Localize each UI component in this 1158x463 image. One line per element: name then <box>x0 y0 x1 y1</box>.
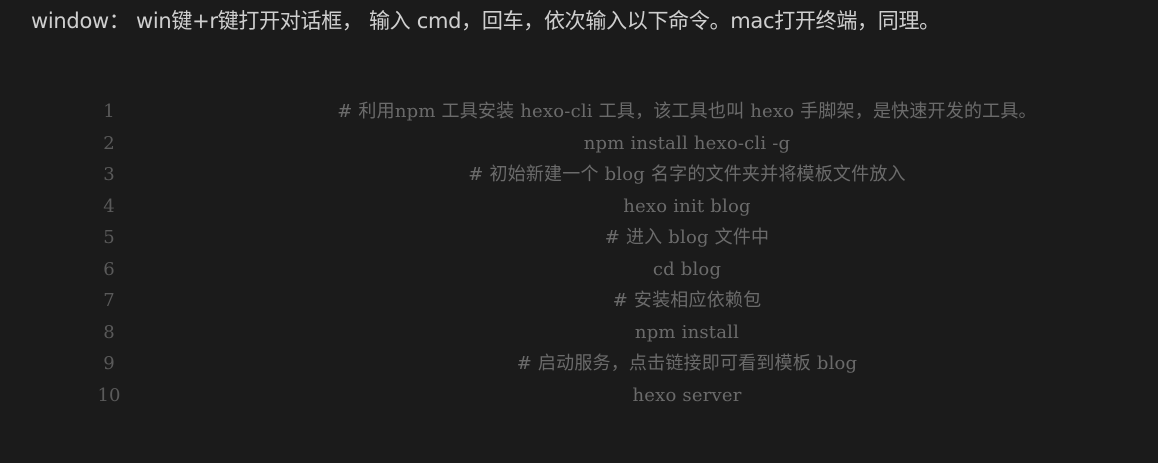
code-text: # 安装相应依赖包 <box>612 290 762 311</box>
code-line: 9 # 启动服务，点击链接即可看到模板 blog <box>0 348 1158 379</box>
code-text: cd blog <box>652 259 722 280</box>
line-number: 2 <box>103 133 115 154</box>
code-line: 10 hexo server <box>0 380 1158 411</box>
code-text: # 初始新建一个 blog 名字的文件夹并将模板文件放入 <box>468 164 906 185</box>
code-text: # 启动服务，点击链接即可看到模板 blog <box>516 353 858 374</box>
line-number: 9 <box>103 353 115 374</box>
line-number: 3 <box>103 164 115 185</box>
line-number: 7 <box>103 290 115 311</box>
code-line: 2 npm install hexo-cli -g <box>0 128 1158 159</box>
code-line: 8 npm install <box>0 317 1158 348</box>
line-number: 8 <box>103 322 115 343</box>
code-text: hexo server <box>632 385 742 406</box>
code-line: 4 hexo init blog <box>0 191 1158 222</box>
code-line: 1 # 利用npm 工具安装 hexo-cli 工具，该工具也叫 hexo 手脚… <box>0 96 1158 127</box>
code-block: 1 # 利用npm 工具安装 hexo-cli 工具，该工具也叫 hexo 手脚… <box>0 96 1158 416</box>
code-line: 7 # 安装相应依赖包 <box>0 285 1158 316</box>
line-number: 6 <box>103 259 115 280</box>
line-number: 10 <box>97 385 121 406</box>
code-line: 3 # 初始新建一个 blog 名字的文件夹并将模板文件放入 <box>0 159 1158 190</box>
line-number: 1 <box>103 101 115 122</box>
line-number: 5 <box>103 227 115 248</box>
intro-text: window： win键+r键打开对话框， 输入 cmd，回车，依次输入以下命令… <box>31 9 940 33</box>
code-text: # 利用npm 工具安装 hexo-cli 工具，该工具也叫 hexo 手脚架，… <box>337 101 1037 122</box>
code-text: npm install hexo-cli -g <box>583 133 791 154</box>
line-number: 4 <box>103 196 115 217</box>
code-text: # 进入 blog 文件中 <box>604 227 770 248</box>
code-line: 6 cd blog <box>0 254 1158 285</box>
code-line: 5 # 进入 blog 文件中 <box>0 222 1158 253</box>
code-text: npm install <box>634 322 740 343</box>
code-text: hexo init blog <box>623 196 751 217</box>
page: window： win键+r键打开对话框， 输入 cmd，回车，依次输入以下命令… <box>0 0 1158 463</box>
